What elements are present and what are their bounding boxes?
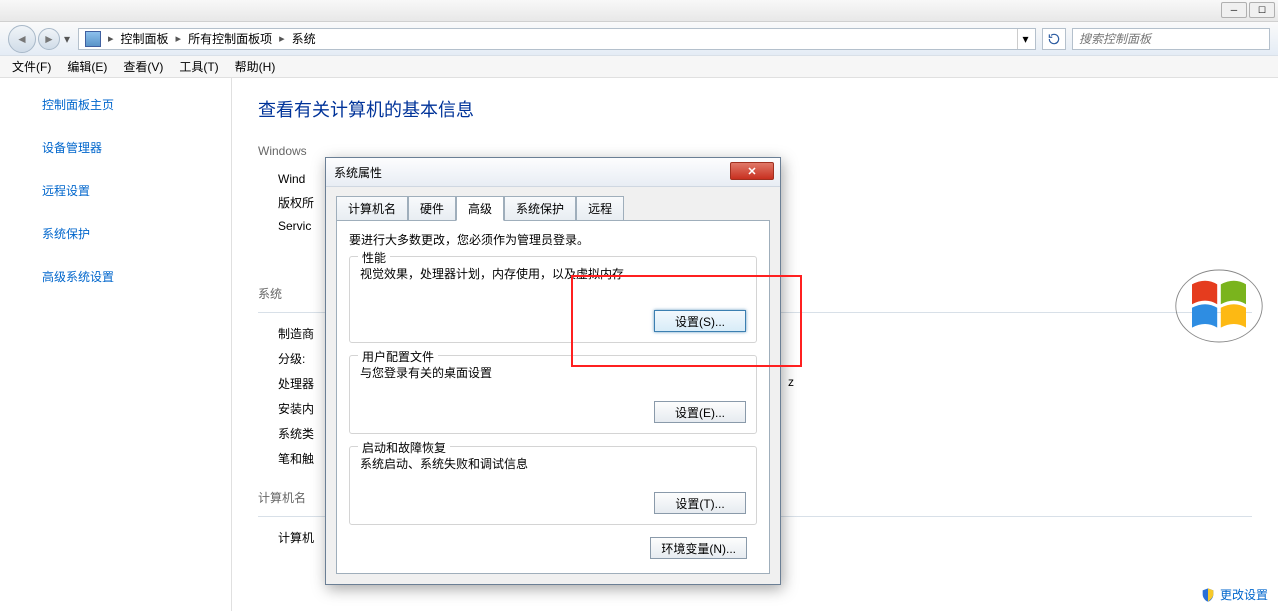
performance-settings-button[interactable]: 设置(S)... (654, 310, 746, 332)
dialog-body: 要进行大多数更改，您必须作为管理员登录。 性能 视觉效果，处理器计划，内存使用，… (336, 220, 770, 574)
sidebar-device-manager[interactable]: 设备管理器 (42, 139, 207, 156)
environment-variables-button[interactable]: 环境变量(N)... (650, 537, 747, 559)
tab-computer-name[interactable]: 计算机名 (336, 196, 408, 221)
close-icon: ✕ (747, 165, 756, 178)
change-settings-link[interactable]: 更改设置 (1200, 586, 1268, 603)
menu-bar: 文件(F) 编辑(E) 查看(V) 工具(T) 帮助(H) (0, 56, 1278, 78)
tab-hardware[interactable]: 硬件 (408, 196, 456, 221)
windows-logo-icon (1174, 268, 1264, 344)
left-sidebar: 控制面板主页 设备管理器 远程设置 系统保护 高级系统设置 (0, 78, 232, 611)
refresh-icon (1047, 32, 1061, 46)
back-button[interactable]: ◄ (8, 25, 36, 53)
dialog-title: 系统属性 (334, 164, 382, 181)
section-windows-edition: Windows (258, 144, 1252, 158)
startup-recovery-settings-button[interactable]: 设置(T)... (654, 492, 746, 514)
change-settings-label: 更改设置 (1220, 586, 1268, 603)
group-startup-recovery: 启动和故障恢复 系统启动、系统失败和调试信息 设置(T)... (349, 446, 757, 525)
user-profiles-settings-button[interactable]: 设置(E)... (654, 401, 746, 423)
search-box[interactable] (1072, 28, 1270, 50)
group-user-profiles-desc: 与您登录有关的桌面设置 (360, 364, 746, 381)
menu-help[interactable]: 帮助(H) (235, 58, 276, 75)
menu-edit[interactable]: 编辑(E) (67, 58, 107, 75)
window-titlebar: ─ ☐ (0, 0, 1278, 22)
menu-tools[interactable]: 工具(T) (179, 58, 218, 75)
dialog-close-button[interactable]: ✕ (730, 162, 774, 180)
dialog-titlebar[interactable]: 系统属性 ✕ (326, 158, 780, 187)
system-properties-dialog: 系统属性 ✕ 计算机名 硬件 高级 系统保护 远程 要进行大多数更改，您必须作为… (325, 157, 781, 585)
admin-note: 要进行大多数更改，您必须作为管理员登录。 (349, 231, 757, 248)
chevron-right-icon: ▸ (173, 32, 185, 45)
page-title: 查看有关计算机的基本信息 (258, 96, 1252, 122)
tab-system-protection[interactable]: 系统保护 (504, 196, 576, 221)
group-startup-recovery-title: 启动和故障恢复 (358, 439, 450, 456)
sidebar-system-protection[interactable]: 系统保护 (42, 225, 207, 242)
chevron-right-icon: ▸ (276, 32, 288, 45)
breadcrumb-all-items[interactable]: 所有控制面板项 (184, 30, 276, 47)
dialog-tabs: 计算机名 硬件 高级 系统保护 远程 (326, 187, 780, 220)
sidebar-remote-settings[interactable]: 远程设置 (42, 182, 207, 199)
tab-remote[interactable]: 远程 (576, 196, 624, 221)
breadcrumb-system[interactable]: 系统 (288, 30, 320, 47)
chevron-right-icon: ▸ (105, 32, 117, 45)
breadcrumb-control-panel[interactable]: 控制面板 (117, 30, 173, 47)
group-performance-desc: 视觉效果，处理器计划，内存使用，以及虚拟内存 (360, 265, 746, 282)
group-user-profiles-title: 用户配置文件 (358, 348, 438, 365)
shield-icon (1200, 587, 1216, 603)
address-dropdown[interactable]: ▾ (1017, 29, 1033, 49)
forward-button[interactable]: ► (38, 28, 60, 50)
search-input[interactable] (1079, 32, 1263, 46)
group-performance: 性能 视觉效果，处理器计划，内存使用，以及虚拟内存 设置(S)... (349, 256, 757, 343)
tab-advanced[interactable]: 高级 (456, 196, 504, 221)
refresh-button[interactable] (1042, 28, 1066, 50)
menu-file[interactable]: 文件(F) (12, 58, 51, 75)
group-startup-recovery-desc: 系统启动、系统失败和调试信息 (360, 455, 746, 472)
sidebar-control-panel-home[interactable]: 控制面板主页 (42, 96, 207, 113)
maximize-button[interactable]: ☐ (1249, 2, 1275, 18)
sidebar-advanced-system-settings[interactable]: 高级系统设置 (42, 268, 207, 285)
arrow-left-icon: ◄ (16, 32, 28, 46)
location-icon (85, 31, 101, 47)
arrow-right-icon: ► (43, 32, 55, 46)
group-performance-title: 性能 (358, 249, 390, 266)
address-bar[interactable]: ▸ 控制面板 ▸ 所有控制面板项 ▸ 系统 ▾ (78, 28, 1036, 50)
windows-logo (1174, 268, 1264, 347)
address-bar-row: ◄ ► ▾ ▸ 控制面板 ▸ 所有控制面板项 ▸ 系统 ▾ (0, 22, 1278, 56)
minimize-button[interactable]: ─ (1221, 2, 1247, 18)
nav-history-dropdown[interactable]: ▾ (62, 29, 72, 49)
group-user-profiles: 用户配置文件 与您登录有关的桌面设置 设置(E)... (349, 355, 757, 434)
menu-view[interactable]: 查看(V) (123, 58, 163, 75)
